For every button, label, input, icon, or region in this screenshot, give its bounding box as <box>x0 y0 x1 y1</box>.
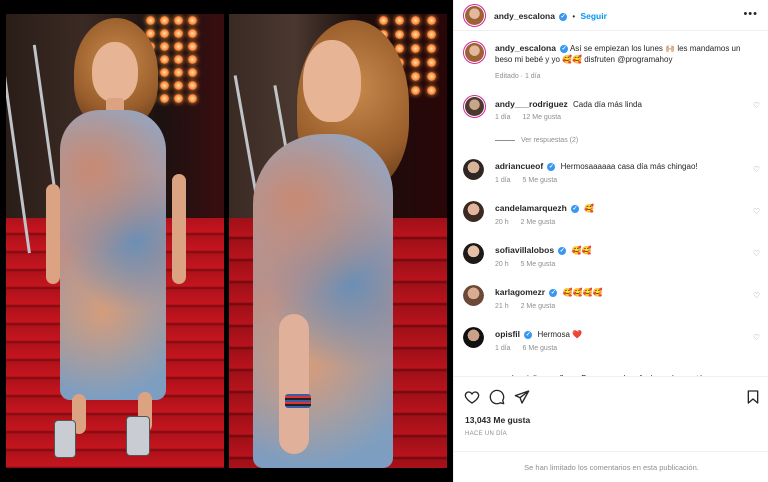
comment-meta: 1 día 5 Me gusta <box>495 177 567 184</box>
post-side-panel: andy_escalona ✓ • Seguir ••• andy_escalo… <box>453 0 768 482</box>
commenter-avatar[interactable] <box>463 243 484 264</box>
comment-text: andy___rodriguez Cada día más linda <box>495 99 745 110</box>
woman-face <box>92 42 138 102</box>
comment-time: 1 día <box>495 345 511 352</box>
comments-limited-notice: Se han limitado los comentarios en esta … <box>454 451 768 482</box>
caption-meta: Editado · 1 día <box>495 73 541 80</box>
follow-button[interactable]: Seguir <box>580 11 606 21</box>
woman-face <box>303 40 361 122</box>
post-media[interactable] <box>0 0 453 482</box>
like-comment-icon[interactable]: ♡ <box>753 101 760 110</box>
save-icon[interactable] <box>745 389 761 405</box>
comment-username[interactable]: candelamarquezh <box>495 203 567 213</box>
comment-meta: 21 h 2 Me gusta <box>495 303 565 310</box>
separator-dot: • <box>572 12 576 21</box>
photo-right <box>229 14 447 468</box>
comment-body: Hermosaaaaaa casa día más chingao! <box>560 162 698 171</box>
woman-arm <box>172 174 186 284</box>
verified-icon: ✓ <box>549 288 558 297</box>
post-actions: 13,043 Me gusta HACE UN DÍA <box>454 376 768 451</box>
tie-dye-dress <box>253 134 393 468</box>
commenter-avatar[interactable] <box>463 327 484 348</box>
comment-likes[interactable]: 6 Me gusta <box>523 345 558 352</box>
comment-likes[interactable]: 2 Me gusta <box>521 219 556 226</box>
comment-meta: 20 h 2 Me gusta <box>495 219 565 226</box>
caption-text: andy_escalona ✓ Así se empiezan los lune… <box>495 43 745 65</box>
comment-body: 🥰🥰 <box>571 246 592 255</box>
author-avatar[interactable] <box>463 4 486 27</box>
comment-username[interactable]: sofiavillalobos <box>495 245 554 255</box>
comments-section[interactable]: andy_escalona ✓ Así se empiezan los lune… <box>454 31 768 376</box>
comment-time: 21 h <box>495 303 509 310</box>
like-comment-icon[interactable]: ♡ <box>753 165 760 174</box>
comment-time: 20 h <box>495 219 509 226</box>
more-options-icon[interactable]: ••• <box>743 8 758 20</box>
like-icon[interactable] <box>464 389 480 405</box>
verified-icon: ✓ <box>560 44 569 53</box>
comment-likes[interactable]: 2 Me gusta <box>521 303 556 310</box>
comment-meta: 20 h 5 Me gusta <box>495 261 565 268</box>
comment-body: Cada día más linda <box>572 100 642 109</box>
sandal <box>54 420 76 458</box>
commenter-avatar[interactable] <box>463 95 486 118</box>
commenter-avatar[interactable] <box>463 201 484 222</box>
author-username[interactable]: andy_escalona <box>494 11 555 21</box>
comment-time: 20 h <box>495 261 509 268</box>
comment-meta: 1 día 12 Me gusta <box>495 114 571 121</box>
comment-username[interactable]: karlagomezr <box>495 287 545 297</box>
header-user-line: andy_escalona ✓ • Seguir <box>494 11 607 21</box>
bracelets <box>285 394 311 408</box>
instagram-post-view: andy_escalona ✓ • Seguir ••• andy_escalo… <box>0 0 768 482</box>
photo-left <box>6 14 224 468</box>
commenter-avatar[interactable] <box>463 285 484 306</box>
comment-time: 1 día <box>495 114 511 121</box>
comment-text: adriancueof ✓ Hermosaaaaaa casa día más … <box>495 161 745 172</box>
comment-text: sofiavillalobos ✓ 🥰🥰 <box>495 245 745 256</box>
comment-likes[interactable]: 12 Me gusta <box>523 114 562 121</box>
comment-icon[interactable] <box>489 389 505 405</box>
verified-icon: ✓ <box>524 330 533 339</box>
verified-icon: ✓ <box>547 162 556 171</box>
like-comment-icon[interactable]: ♡ <box>753 207 760 216</box>
comment-likes[interactable]: 5 Me gusta <box>521 261 556 268</box>
view-replies-label: Ver respuestas (2) <box>521 137 579 144</box>
comment-text: opisfil ✓ Hermosa ❤️ <box>495 329 745 340</box>
comment-meta: 1 día 6 Me gusta <box>495 345 567 352</box>
woman-arm <box>279 314 309 454</box>
like-comment-icon[interactable]: ♡ <box>753 333 760 342</box>
view-replies-button[interactable]: Ver respuestas (2) <box>495 137 578 144</box>
sandal <box>126 416 150 456</box>
comment-username[interactable]: andy___rodriguez <box>495 99 568 109</box>
caption-username[interactable]: andy_escalona <box>495 43 556 53</box>
verified-icon: ✓ <box>571 204 580 213</box>
verified-icon: ✓ <box>559 12 568 21</box>
likes-count[interactable]: 13,043 Me gusta <box>465 415 530 425</box>
comment-likes[interactable]: 5 Me gusta <box>523 177 558 184</box>
comment-username[interactable]: opisfil <box>495 329 520 339</box>
comment-time: 1 día <box>495 177 511 184</box>
verified-icon: ✓ <box>558 246 567 255</box>
comment-text: candelamarquezh ✓ 🥰 <box>495 203 745 214</box>
commenter-avatar[interactable] <box>463 159 484 180</box>
comment-body: 🥰🥰🥰🥰 <box>562 288 603 297</box>
share-icon[interactable] <box>514 389 530 405</box>
comment-body: Hermosa ❤️ <box>537 330 583 339</box>
comment-body: 🥰 <box>584 204 595 213</box>
like-comment-icon[interactable]: ♡ <box>753 291 760 300</box>
author-avatar[interactable] <box>463 41 486 64</box>
like-comment-icon[interactable]: ♡ <box>753 249 760 258</box>
comment-text: karlagomezr ✓ 🥰🥰🥰🥰 <box>495 287 745 298</box>
woman-arm <box>46 184 60 284</box>
comment-username[interactable]: adriancueof <box>495 161 543 171</box>
tie-dye-dress <box>60 110 166 400</box>
post-date[interactable]: HACE UN DÍA <box>465 431 507 437</box>
post-header: andy_escalona ✓ • Seguir ••• <box>454 0 768 31</box>
